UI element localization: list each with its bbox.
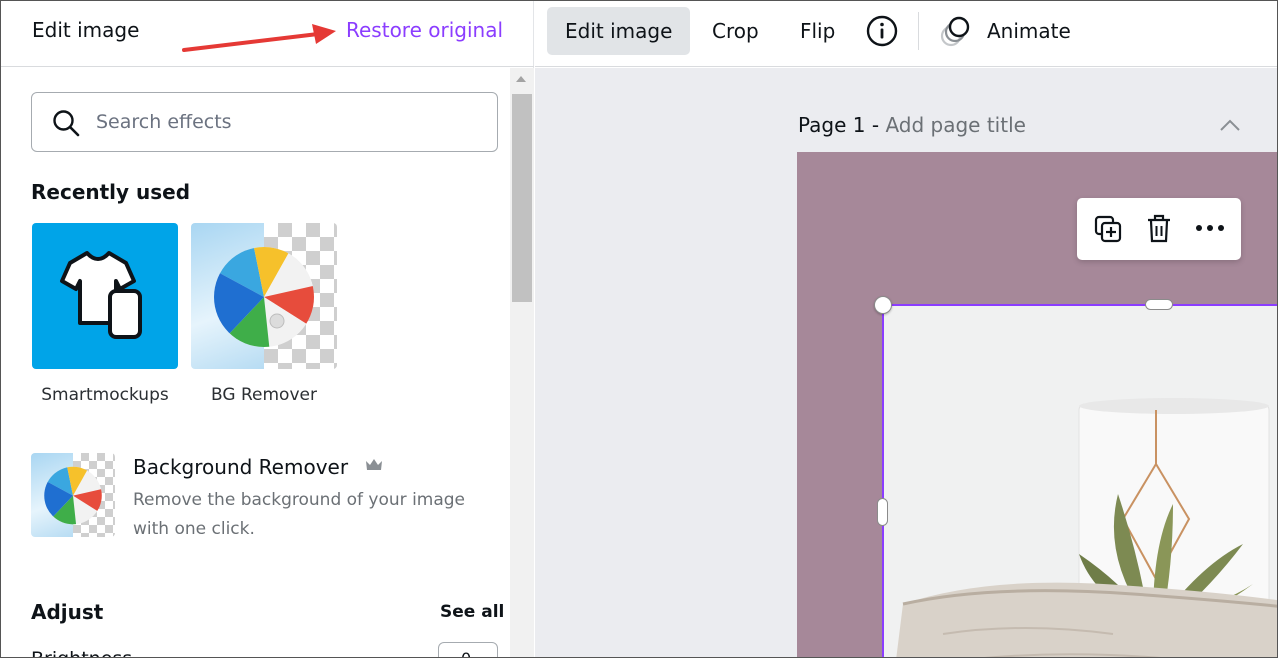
smartmockups-label: Smartmockups — [41, 385, 169, 405]
top-toolbar: Edit image Crop Flip Animate — [535, 0, 1278, 67]
resize-handle-top-left[interactable] — [874, 296, 892, 314]
resize-handle-left[interactable] — [877, 498, 888, 526]
animate-label: Animate — [987, 19, 1071, 43]
page-label[interactable]: Page 1 - Add page title — [798, 113, 1026, 137]
background-remover-item[interactable]: Background Remover Remove the background… — [31, 453, 501, 543]
panel-title: Edit image — [32, 18, 140, 42]
adjust-heading: Adjust — [31, 600, 104, 624]
beach-ball-icon — [214, 247, 314, 347]
bg-remover-label: BG Remover — [211, 385, 317, 405]
trash-icon[interactable] — [1145, 214, 1173, 244]
duplicate-icon[interactable] — [1093, 214, 1123, 244]
recently-used-heading: Recently used — [31, 180, 191, 204]
page-number: Page 1 - — [798, 113, 886, 137]
restore-original-link[interactable]: Restore original — [346, 18, 503, 42]
animate-button[interactable]: Animate — [935, 7, 1089, 55]
search-icon — [53, 110, 80, 137]
bg-remover-thumbnail — [191, 223, 337, 369]
see-all-link[interactable]: See all — [440, 602, 504, 622]
animate-icon — [940, 16, 970, 47]
design-canvas: Page 1 - Add page title — [535, 68, 1278, 658]
panel-scroll-area: Recently used Smartmockups — [0, 68, 510, 658]
info-icon[interactable] — [866, 15, 898, 47]
scroll-up-arrow-icon[interactable] — [516, 76, 526, 82]
page-title-input[interactable]: Add page title — [885, 113, 1026, 137]
crop-button[interactable]: Crop — [694, 7, 777, 55]
background-remover-description: Remove the background of your image with… — [133, 490, 466, 539]
panel-header: Edit image Restore original — [0, 0, 534, 67]
crown-icon — [366, 459, 382, 470]
more-options-icon[interactable] — [1195, 224, 1225, 232]
background-remover-thumbnail — [31, 453, 115, 537]
page-artboard[interactable] — [797, 152, 1278, 658]
beach-ball-icon — [44, 466, 102, 525]
panel-scrollbar[interactable] — [510, 68, 534, 658]
toolbar-divider — [918, 12, 919, 50]
bg-remover-tile[interactable]: BG Remover — [191, 223, 337, 405]
resize-handle-top[interactable] — [1145, 299, 1173, 310]
element-floating-toolbar — [1077, 198, 1241, 260]
annotation-arrow-icon — [182, 24, 336, 52]
chevron-up-icon[interactable] — [1219, 118, 1241, 132]
selection-box — [882, 304, 1278, 658]
smartmockups-thumbnail — [32, 223, 178, 369]
brightness-label: Brightness — [31, 648, 132, 658]
search-input[interactable] — [96, 107, 476, 137]
smartmockups-tile[interactable]: Smartmockups — [32, 223, 178, 405]
edit-image-panel: Edit image Restore original Recently use… — [0, 0, 534, 658]
tshirt-phone-icon — [60, 251, 142, 339]
search-field[interactable] — [31, 92, 498, 152]
edit-image-button[interactable]: Edit image — [547, 7, 691, 55]
background-remover-name: Background Remover — [133, 455, 349, 479]
brightness-value-input[interactable]: 0 — [438, 642, 498, 658]
flip-button[interactable]: Flip — [782, 7, 853, 55]
scrollbar-thumb[interactable] — [512, 94, 532, 302]
